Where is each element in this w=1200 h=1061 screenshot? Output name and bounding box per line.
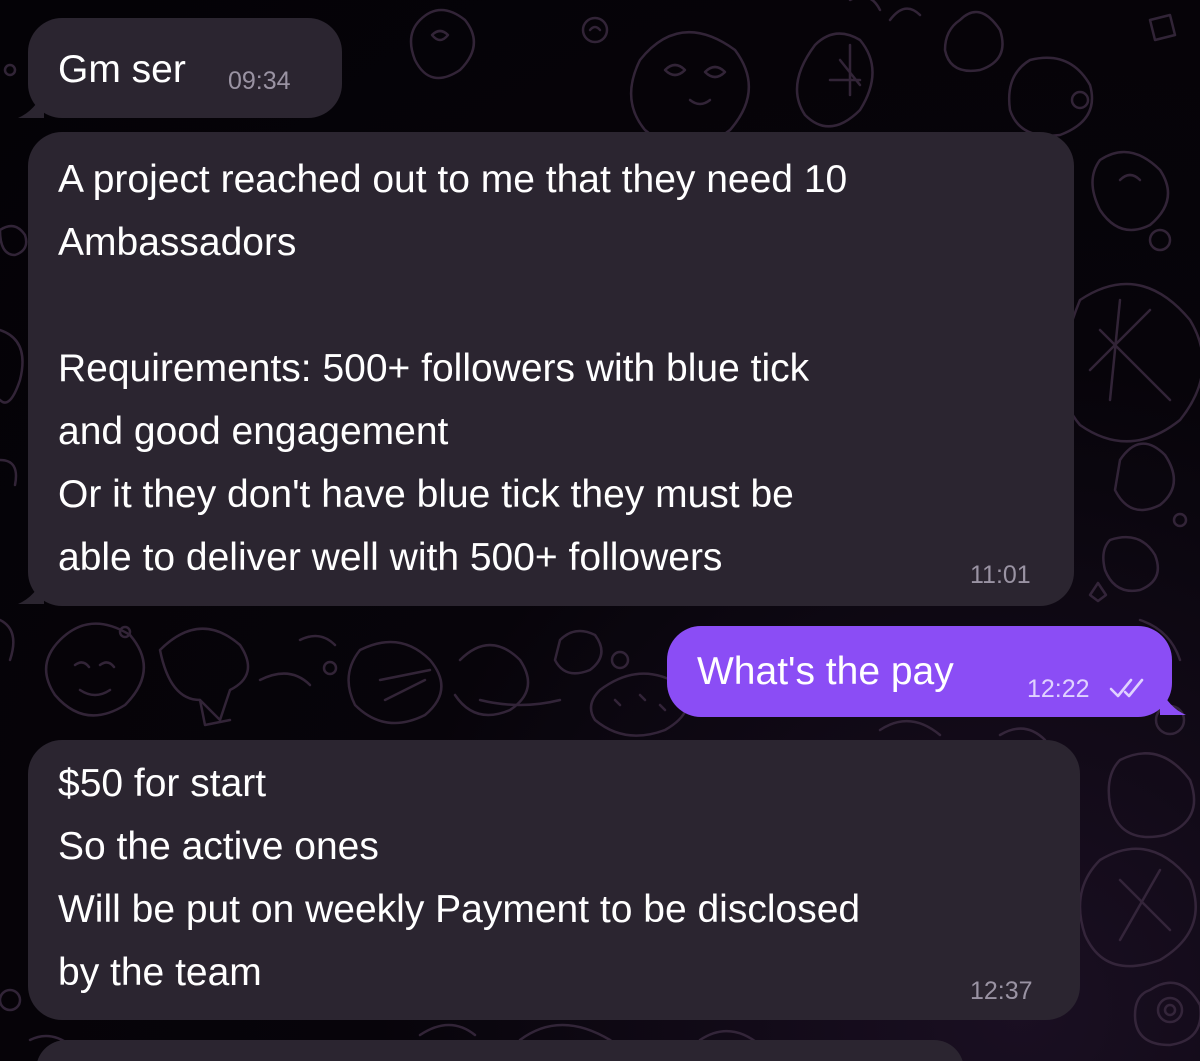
bubble-tail — [1160, 687, 1186, 715]
message-text-line: Requirements: 500+ followers with blue t… — [58, 347, 810, 390]
message-text-line: Will be put on weekly Payment to be disc… — [58, 888, 861, 931]
message-text-line: So the active ones — [58, 825, 379, 868]
message-text-line: able to deliver well with 500+ followers — [58, 536, 723, 579]
bubble-tail — [18, 90, 44, 118]
message-text-line: $50 for start — [58, 762, 267, 805]
message-time: 12:22 — [1027, 675, 1090, 703]
message-text-line: by the team — [58, 951, 262, 994]
message-time: 12:37 — [970, 977, 1033, 1005]
message-time: 11:01 — [970, 561, 1031, 589]
incoming-message-3[interactable]: $50 for start So the active ones Will be… — [28, 740, 1080, 1020]
bubble-tail — [18, 576, 44, 604]
message-text-line: Or it they don't have blue tick they mus… — [58, 473, 794, 516]
message-text-line: A project reached out to me that they ne… — [58, 158, 848, 201]
message-text-line: Ambassadors — [58, 221, 297, 264]
incoming-message-2[interactable]: A project reached out to me that they ne… — [28, 132, 1074, 606]
message-text-line: and good engagement — [58, 410, 449, 453]
double-check-icon — [1109, 678, 1144, 698]
incoming-message-1[interactable]: Gm ser 09:34 — [28, 18, 342, 118]
incoming-message-partial[interactable] — [36, 1040, 964, 1061]
outgoing-message-1[interactable]: What's the pay 12:22 — [667, 626, 1172, 717]
message-time: 09:34 — [228, 67, 291, 95]
